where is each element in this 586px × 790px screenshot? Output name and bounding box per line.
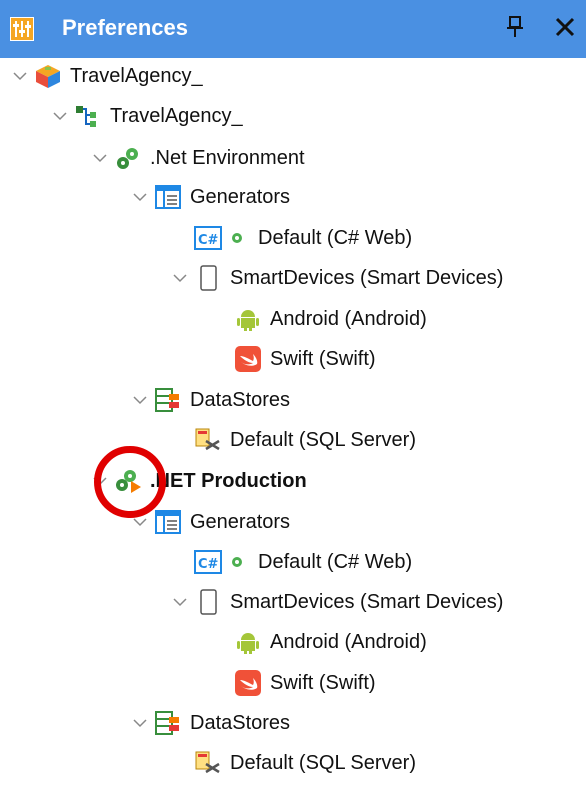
datastores-icon (154, 710, 182, 736)
csharp-generator-icon: C# (194, 225, 250, 251)
version-tree-icon (74, 103, 102, 129)
tree-item-label: TravelAgency_ (70, 65, 203, 87)
tree-item-label: SmartDevices (Smart Devices) (230, 267, 504, 289)
tree-item-label: .Net Environment (150, 147, 305, 169)
chevron-down-icon[interactable] (132, 392, 148, 408)
tree-item-label: DataStores (190, 712, 291, 734)
tree-item-label: Android (Android) (270, 631, 427, 653)
tree-item-label: Default (SQL Server) (230, 429, 416, 451)
tree-item-label: DataStores (190, 389, 291, 411)
chevron-down-icon[interactable] (132, 715, 148, 731)
sql-server-icon (194, 750, 222, 776)
close-icon[interactable] (552, 14, 578, 40)
smart-device-icon (194, 589, 222, 615)
tree-item-label: Swift (Swift) (270, 348, 376, 370)
csharp-generator-icon: C# (194, 549, 250, 575)
tree-item-label: Android (Android) (270, 308, 427, 330)
sql-server-icon (194, 427, 222, 453)
panel-titlebar: Preferences (0, 0, 586, 58)
tree-item-label: Generators (190, 511, 291, 533)
android-icon (234, 306, 262, 332)
chevron-down-icon[interactable] (172, 594, 188, 610)
active-environment-icon (114, 468, 142, 494)
chevron-down-icon[interactable] (172, 270, 188, 286)
chevron-down-icon[interactable] (92, 150, 108, 166)
tree-item-label: TravelAgency_ (110, 105, 243, 127)
tree-item-label: .NET Production (150, 470, 307, 492)
chevron-down-icon[interactable] (132, 514, 148, 530)
tree-item-label: Default (C# Web) (258, 227, 413, 249)
panel-title: Preferences (62, 15, 188, 40)
svg-text:C#: C# (198, 557, 219, 572)
generators-icon (154, 184, 182, 210)
tree-item-label: SmartDevices (Smart Devices) (230, 591, 504, 613)
tree-item-label: Generators (190, 186, 291, 208)
android-icon (234, 629, 262, 655)
generators-icon (154, 509, 182, 535)
pin-icon[interactable] (505, 14, 525, 40)
tree-item-label: Default (SQL Server) (230, 752, 416, 774)
chevron-down-icon[interactable] (92, 473, 108, 489)
knowledge-base-icon (34, 63, 62, 89)
datastores-icon (154, 387, 182, 413)
swift-icon (234, 670, 262, 696)
swift-icon (234, 346, 262, 372)
environment-gears-icon (114, 145, 142, 171)
chevron-down-icon[interactable] (132, 189, 148, 205)
chevron-down-icon[interactable] (52, 108, 68, 124)
chevron-down-icon[interactable] (12, 68, 28, 84)
tree-item-label: Swift (Swift) (270, 672, 376, 694)
tree-item-label: Default (C# Web) (258, 551, 413, 573)
smart-device-icon (194, 265, 222, 291)
preferences-icon (10, 17, 34, 41)
svg-text:C#: C# (198, 233, 219, 248)
